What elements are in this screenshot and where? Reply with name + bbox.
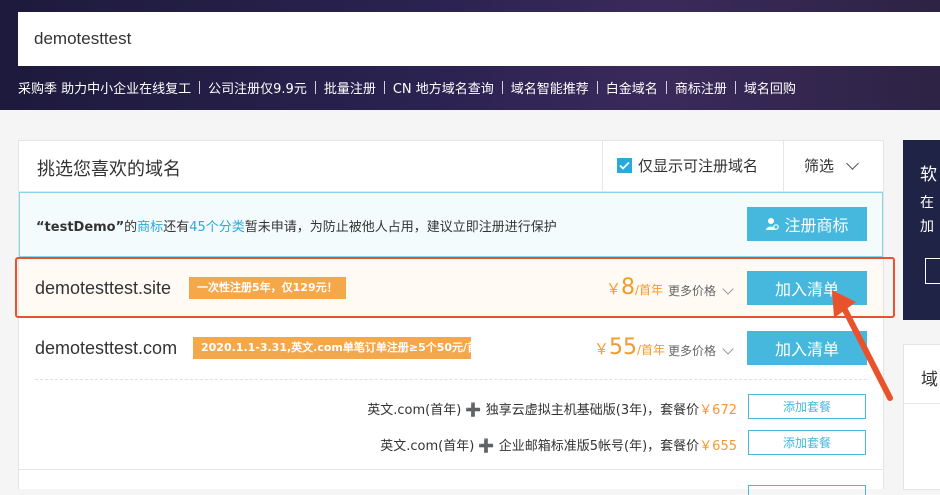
- nav-divider: [734, 80, 736, 94]
- notice-brand: “testDemo”: [36, 220, 125, 235]
- nav-item-smart-recommend[interactable]: 域名智能推荐: [511, 78, 589, 97]
- more-prices-label: 更多价格: [668, 344, 717, 358]
- search-box[interactable]: [18, 12, 940, 66]
- bundle-text: 英文.com(首年) ➕ 企业邮箱标准版5帐号(年)，套餐价: [380, 439, 700, 454]
- nav-divider: [199, 80, 201, 94]
- only-available-label: 仅显示可注册域名: [638, 157, 759, 175]
- add-bundle-button[interactable]: 添加套餐: [748, 430, 866, 455]
- nav-divider: [314, 80, 316, 94]
- header: 采购季 助力中小企业在线复工 公司注册仅9.9元 批量注册 CN 地方域名查询 …: [0, 0, 940, 110]
- bundle-price: ￥655: [699, 439, 737, 454]
- currency-symbol: ￥: [594, 340, 610, 358]
- chevron-down-icon: [722, 342, 734, 355]
- filter-dropdown[interactable]: 筛选: [804, 155, 859, 176]
- notice-text: “testDemo”的商标还有45个分类暂未申请，为防止被他人占用，建议立即注册…: [36, 216, 557, 235]
- bundle-description: 英文.com(首年) ➕ 企业邮箱标准版5帐号(年)，套餐价￥655: [380, 435, 737, 454]
- promo-tag: 2020.1.1-3.31,英文.com单笔订单注册≥5个50元/首年: [193, 337, 471, 359]
- filter-label: 筛选: [804, 157, 835, 175]
- side-banner-line: 加: [920, 219, 934, 235]
- row-divider: [19, 469, 883, 470]
- nav-divider: [596, 80, 598, 94]
- bundle-text: 英文.com(首年) ➕ 独享云虚拟主机基础版(3年)，套餐价: [367, 403, 700, 418]
- nav-item-platinum-domain[interactable]: 白金域名: [606, 78, 658, 97]
- add-to-list-button[interactable]: 加入清单: [747, 331, 867, 365]
- nav-divider: [501, 80, 503, 94]
- domain-price: ￥55/首年: [594, 335, 665, 360]
- side-card-divider: [904, 403, 940, 404]
- chevron-down-icon: [846, 157, 859, 170]
- domain-row-com: demotesttest.com 2020.1.1-3.31,英文.com单笔订…: [19, 319, 883, 377]
- notice-text-part: 还有: [163, 220, 190, 235]
- side-banner-button[interactable]: [925, 258, 940, 284]
- domain-name: demotesttest.com: [35, 338, 178, 358]
- register-trademark-button[interactable]: 注册商标: [747, 207, 867, 241]
- side-banner-line: 在: [920, 195, 934, 211]
- price-amount: 55: [609, 335, 638, 360]
- row-divider: [35, 379, 867, 380]
- add-bundle-button[interactable]: 添加套餐: [748, 394, 866, 419]
- search-input[interactable]: [18, 12, 914, 66]
- bundle-price: ￥672: [699, 403, 737, 418]
- user-badge-icon: [766, 218, 780, 230]
- checkbox-checked-icon[interactable]: [617, 158, 632, 173]
- nav-divider: [665, 80, 667, 94]
- nav-item-cn-domain[interactable]: CN 地方域名查询: [393, 78, 494, 97]
- header-divider: [783, 141, 784, 191]
- register-trademark-label: 注册商标: [784, 216, 849, 235]
- panel-title: 挑选您喜欢的域名: [37, 159, 181, 180]
- price-unit: /首年: [637, 343, 666, 357]
- header-divider: [602, 141, 603, 191]
- side-banner-title: 软: [920, 165, 937, 185]
- nav-divider: [383, 80, 385, 94]
- top-nav: 采购季 助力中小企业在线复工 公司注册仅9.9元 批量注册 CN 地方域名查询 …: [18, 76, 796, 98]
- nav-item-domain-buyback[interactable]: 域名回购: [744, 78, 796, 97]
- side-promo-banner[interactable]: 软 在 加: [903, 140, 940, 320]
- notice-text-part: 的: [124, 220, 138, 235]
- bundle-description: 英文.com(首年) ➕ 独享云虚拟主机基础版(3年)，套餐价￥672: [367, 399, 737, 418]
- category-count-link[interactable]: 45个分类: [189, 220, 245, 235]
- bundle-row: 英文.com(首年) ➕ 企业邮箱标准版5帐号(年)，套餐价￥655 添加套餐: [19, 427, 883, 457]
- only-available-toggle[interactable]: 仅显示可注册域名: [617, 155, 758, 176]
- nav-item-bulk-register[interactable]: 批量注册: [324, 78, 376, 97]
- nav-item-trademark[interactable]: 商标注册: [675, 78, 727, 97]
- highlight-annotation-box: [15, 257, 895, 318]
- trademark-notice: “testDemo”的商标还有45个分类暂未申请，为防止被他人占用，建议立即注册…: [19, 192, 883, 257]
- trademark-link[interactable]: 商标: [137, 220, 163, 235]
- bundle-row: 英文.com(首年) ➕ 独享云虚拟主机基础版(3年)，套餐价￥672 添加套餐: [19, 391, 883, 421]
- side-card: 域: [903, 344, 940, 490]
- nav-item-procurement[interactable]: 采购季 助力中小企业在线复工: [18, 78, 191, 97]
- panel-header: 挑选您喜欢的域名 仅显示可注册域名 筛选: [19, 141, 883, 192]
- notice-text-part: 暂未申请，为防止被他人占用，建议立即注册进行保护: [244, 220, 557, 235]
- side-card-title: 域: [921, 370, 938, 390]
- nav-item-company-register[interactable]: 公司注册仅9.9元: [208, 78, 307, 97]
- add-bundle-button-partial[interactable]: [748, 485, 866, 495]
- more-prices-toggle[interactable]: 更多价格: [668, 342, 734, 359]
